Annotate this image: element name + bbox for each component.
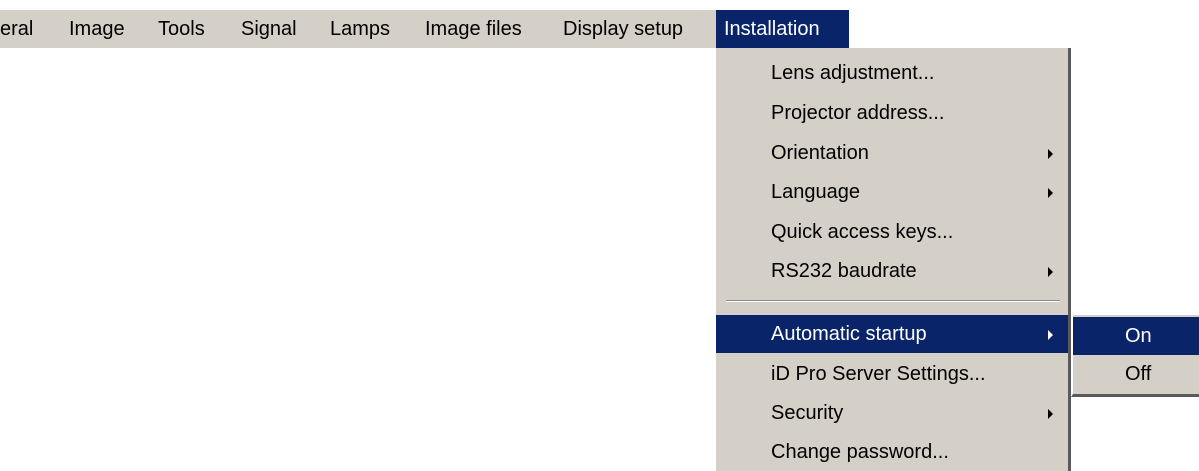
menu-lamps[interactable]: Lamps bbox=[322, 10, 398, 48]
menu-item-label: Projector address... bbox=[771, 102, 945, 124]
menu-item-label: Change password... bbox=[771, 441, 949, 463]
menu-item-label: Lens adjustment... bbox=[771, 62, 935, 84]
menu-item-change-password[interactable]: Change password... bbox=[716, 433, 1068, 471]
submenu-item-label: On bbox=[1125, 325, 1152, 347]
menu-item-label: Automatic startup bbox=[771, 323, 927, 345]
menu-item-label: Security bbox=[771, 402, 844, 424]
menu-tools[interactable]: Tools bbox=[150, 10, 213, 48]
menu-item-rs232-baudrate[interactable]: RS232 baudrate bbox=[716, 252, 1068, 290]
menu-item-id-pro-server-settings[interactable]: iD Pro Server Settings... bbox=[716, 355, 1068, 393]
menu-item-automatic-startup[interactable]: Automatic startup bbox=[716, 315, 1068, 353]
menu-item-orientation[interactable]: Orientation bbox=[716, 134, 1068, 172]
menu-item-lens-adjustment[interactable]: Lens adjustment... bbox=[716, 54, 1068, 92]
submenu-arrow-icon bbox=[1048, 409, 1053, 419]
installation-dropdown: Lens adjustment... Projector address... … bbox=[714, 48, 1071, 471]
menu-item-security[interactable]: Security bbox=[716, 394, 1068, 432]
menu-item-quick-access-keys[interactable]: Quick access keys... bbox=[716, 213, 1068, 251]
automatic-startup-submenu: On Off bbox=[1071, 315, 1199, 397]
menu-item-language[interactable]: Language bbox=[716, 173, 1068, 211]
menu-item-label: Orientation bbox=[771, 142, 869, 164]
menu-separator bbox=[726, 300, 1060, 302]
menu-display-setup[interactable]: Display setup bbox=[555, 10, 691, 48]
submenu-arrow-icon bbox=[1048, 149, 1053, 159]
menu-item-label: iD Pro Server Settings... bbox=[771, 363, 986, 385]
submenu-item-on[interactable]: On bbox=[1073, 317, 1199, 355]
submenu-arrow-icon bbox=[1048, 267, 1053, 277]
menu-image[interactable]: Image bbox=[61, 10, 133, 48]
submenu-item-off[interactable]: Off bbox=[1073, 355, 1199, 393]
menu-bar: eral Image Tools Signal Lamps Image file… bbox=[0, 10, 849, 48]
menu-item-label: RS232 baudrate bbox=[771, 260, 917, 282]
menu-item-projector-address[interactable]: Projector address... bbox=[716, 94, 1068, 132]
submenu-item-label: Off bbox=[1125, 363, 1152, 385]
menu-image-files[interactable]: Image files bbox=[417, 10, 530, 48]
submenu-arrow-icon bbox=[1048, 188, 1053, 198]
menu-general[interactable]: eral bbox=[0, 10, 41, 48]
menu-item-label: Quick access keys... bbox=[771, 221, 954, 243]
menu-item-label: Language bbox=[771, 181, 860, 203]
menu-signal[interactable]: Signal bbox=[233, 10, 305, 48]
menu-installation[interactable]: Installation bbox=[716, 10, 849, 48]
submenu-arrow-icon bbox=[1048, 330, 1053, 340]
